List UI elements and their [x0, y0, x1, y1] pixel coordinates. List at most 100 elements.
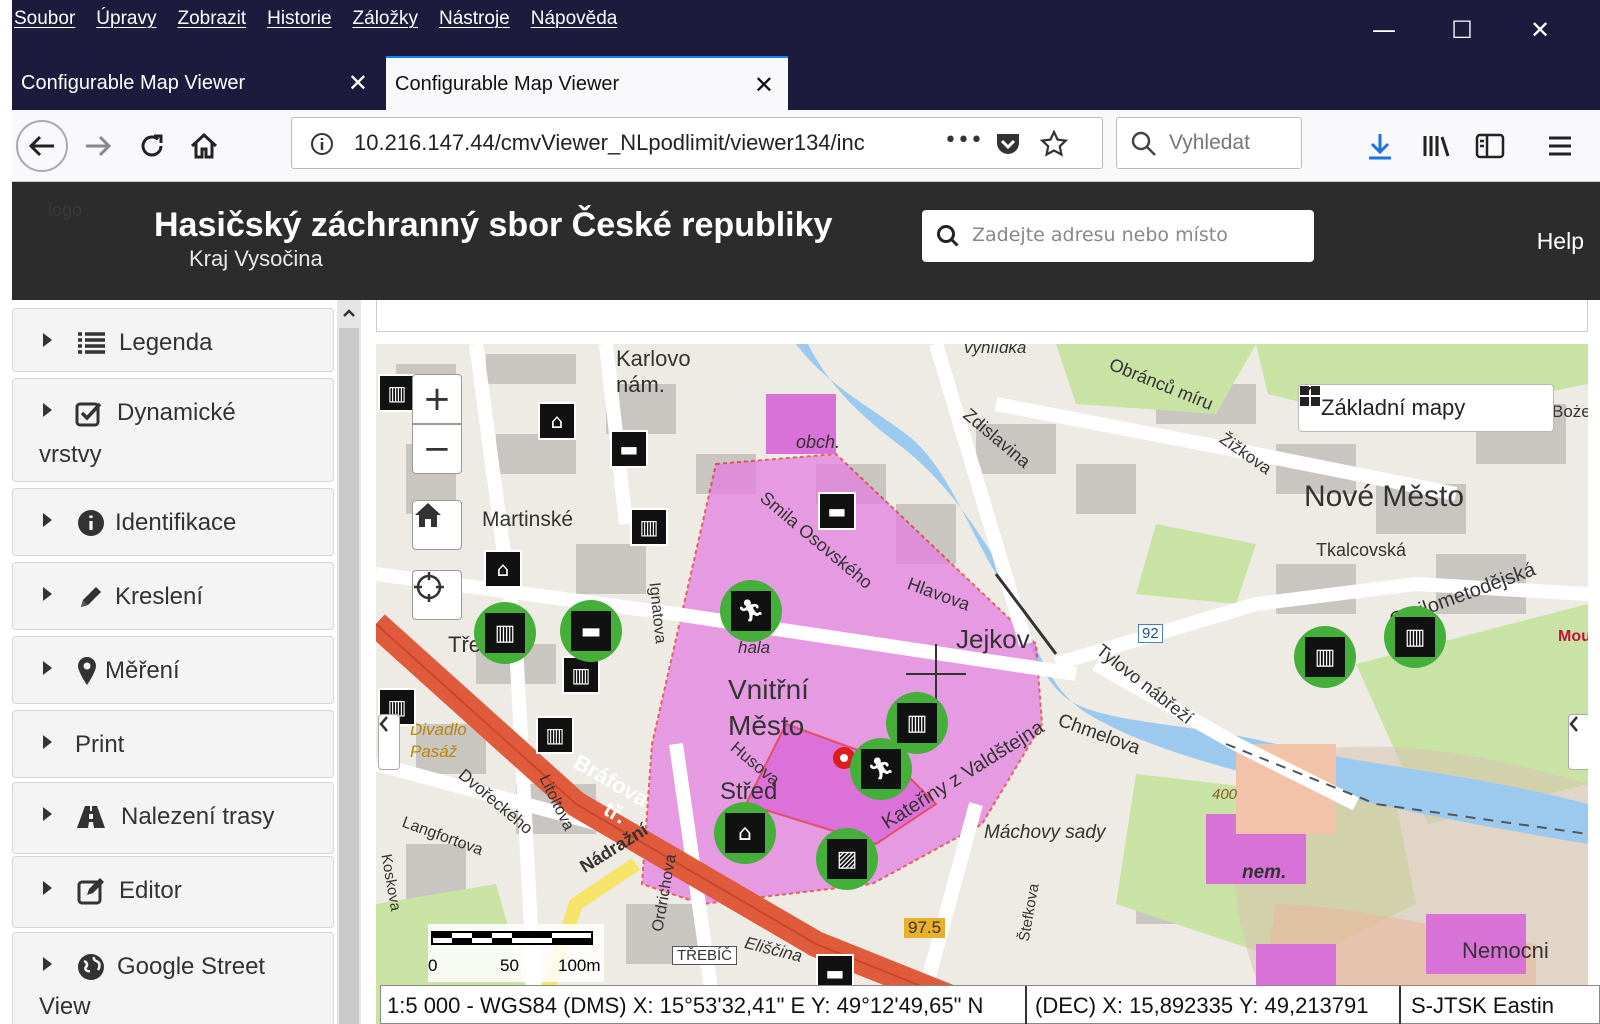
panel-print[interactable]: Print [12, 710, 334, 778]
scale-bar: 0 50 100m [428, 924, 604, 982]
building-poi-icon[interactable]: ▥ [630, 508, 668, 546]
tab-close-icon[interactable]: ✕ [754, 71, 774, 100]
coords-dms: 1:5 000 - WGS84 (DMS) X: 15°53'32,41" E … [387, 993, 984, 1018]
sidebar-toggle-button[interactable] [1470, 126, 1510, 166]
maximize-button[interactable]: ☐ [1442, 10, 1482, 50]
collapse-left-button[interactable] [378, 714, 400, 770]
green-hotel-poi-icon[interactable]: ▬ [560, 600, 622, 662]
green-building-poi-icon[interactable]: ▥ [474, 602, 536, 664]
scale-tick-50: 50 [500, 956, 519, 975]
pencil-icon [75, 581, 107, 613]
url-text[interactable]: 10.216.147.44/cmvViewer_NLpodlimit/viewe… [354, 130, 894, 156]
tab-title: Configurable Map Viewer [21, 71, 246, 94]
coords-sjtsk: S-JTSK Eastin [1411, 993, 1555, 1018]
main-menu-button[interactable] [1540, 126, 1580, 166]
museum-poi-icon[interactable]: ▥ [378, 374, 416, 412]
close-window-button[interactable]: ✕ [1520, 10, 1560, 50]
zoom-out-button[interactable]: − [412, 424, 462, 474]
page-actions-icon[interactable]: ••• [944, 128, 983, 153]
info-circle-icon [75, 507, 107, 539]
hamburger-menu-icon [1549, 136, 1571, 156]
menu-soubor[interactable]: Soubor [14, 8, 75, 38]
panel-mereni[interactable]: Měření [12, 636, 334, 704]
panel-identifikace[interactable]: Identifikace [12, 488, 334, 556]
url-bar[interactable]: 10.216.147.44/cmvViewer_NLpodlimit/viewe… [291, 117, 1103, 169]
map-label-vnitrni: Vnitřní [728, 674, 809, 705]
info-icon[interactable] [310, 132, 334, 156]
scroll-up-button[interactable] [339, 302, 359, 324]
panel-editor[interactable]: Editor [12, 856, 334, 928]
caret-right-icon [43, 333, 52, 347]
menu-zobrazit[interactable]: Zobrazit [177, 8, 246, 38]
map-label-boze: Boże [1552, 402, 1588, 421]
map-label-nove-mesto: Nové Město [1304, 480, 1465, 513]
library-icon [1423, 136, 1450, 157]
caret-right-icon [43, 513, 52, 527]
crosshair-icon [414, 572, 444, 602]
pocket-icon[interactable] [994, 130, 1022, 158]
basemap-label: Základní mapy [1321, 395, 1466, 420]
panel-label: Dynamické [117, 399, 236, 426]
menu-historie[interactable]: Historie [267, 8, 331, 38]
green-gift-poi-icon[interactable]: ▨ [816, 828, 878, 890]
map-toolbar-strip [376, 300, 1588, 332]
tab-title: Configurable Map Viewer [395, 72, 620, 95]
panel-nalezeni-trasy[interactable]: Nalezení trasy [12, 782, 334, 854]
tab-2-active[interactable]: Configurable Map Viewer ✕ [386, 56, 788, 110]
map-view[interactable]: Karlovo nám. obch. vyhlídka Obránců míru… [376, 344, 1588, 1024]
browser-titlebar: Soubor Úpravy Zobrazit Historie Záložky … [12, 0, 1600, 110]
menu-zalozky[interactable]: Záložky [353, 8, 418, 38]
menu-napoveda[interactable]: Nápověda [531, 8, 618, 38]
sidebar-icon [1475, 133, 1505, 159]
green-runner-poi-icon[interactable]: 🏃︎ [850, 738, 912, 800]
locate-button[interactable] [412, 570, 462, 620]
forward-button[interactable] [80, 128, 116, 164]
building-poi-icon[interactable]: ▥ [536, 716, 574, 754]
panel-google-street-view[interactable]: Google Street View [12, 932, 334, 1024]
back-arrow-icon [28, 135, 54, 157]
green-building-poi-icon[interactable]: ▥ [1294, 626, 1356, 688]
panel-label: Editor [119, 877, 182, 904]
back-button[interactable] [16, 120, 68, 172]
hotel-poi-icon[interactable]: ▬ [610, 430, 648, 468]
caret-right-icon [43, 881, 52, 895]
downloads-button[interactable] [1360, 126, 1400, 166]
caret-right-icon [43, 661, 52, 675]
tab-1[interactable]: Configurable Map Viewer ✕ [12, 56, 382, 110]
bookmark-star-icon[interactable] [1040, 130, 1068, 158]
collapse-right-button[interactable] [1568, 714, 1588, 770]
home-button[interactable] [184, 126, 224, 166]
map-label-machovy-sady: Máchovy sady [984, 822, 1106, 843]
browser-search-bar[interactable]: Vyhledat [1116, 117, 1302, 169]
green-runner-poi-icon[interactable]: 🏃︎ [720, 580, 782, 642]
panel-dynamicke-vrstvy[interactable]: Dynamické vrstvy [12, 378, 334, 482]
coordinates-bar: 1:5 000 - WGS84 (DMS) X: 15°53'32,41" E … [380, 985, 1600, 1024]
search-icon [1131, 131, 1156, 156]
house-poi-icon[interactable]: ⌂ [484, 550, 522, 588]
reload-button[interactable] [132, 126, 172, 166]
panel-legenda[interactable]: Legenda [12, 308, 334, 372]
panel-label: Nalezení trasy [121, 803, 275, 830]
zoom-in-button[interactable]: + [412, 374, 462, 424]
house-poi-icon[interactable]: ⌂ [538, 402, 576, 440]
sidebar-scrollbar-thumb[interactable] [339, 328, 359, 1024]
basemap-dropdown-button[interactable]: Základní mapy [1298, 384, 1554, 432]
menu-nastroje[interactable]: Nástroje [439, 8, 510, 38]
caret-right-icon [43, 735, 52, 749]
help-link[interactable]: Help [1537, 228, 1584, 255]
address-search-input[interactable] [972, 220, 1302, 250]
hotel-poi-icon[interactable]: ▬ [818, 492, 856, 530]
panel-kresleni[interactable]: Kreslení [12, 562, 334, 630]
library-button[interactable] [1416, 126, 1456, 166]
green-building-poi-icon[interactable]: ▥ [1384, 606, 1446, 668]
menu-upravy[interactable]: Úpravy [96, 8, 156, 38]
map-label-vyhlidka: vyhlídka [964, 344, 1027, 357]
home-icon [415, 503, 441, 527]
road-marker-975: 97.5 [904, 918, 946, 938]
green-house-poi-icon[interactable]: ⌂ [714, 802, 776, 864]
minimize-button[interactable]: — [1364, 10, 1404, 50]
address-search-box[interactable] [922, 210, 1314, 262]
globe-icon [75, 951, 107, 983]
home-extent-button[interactable] [412, 500, 462, 550]
tab-close-icon[interactable]: ✕ [348, 69, 368, 98]
